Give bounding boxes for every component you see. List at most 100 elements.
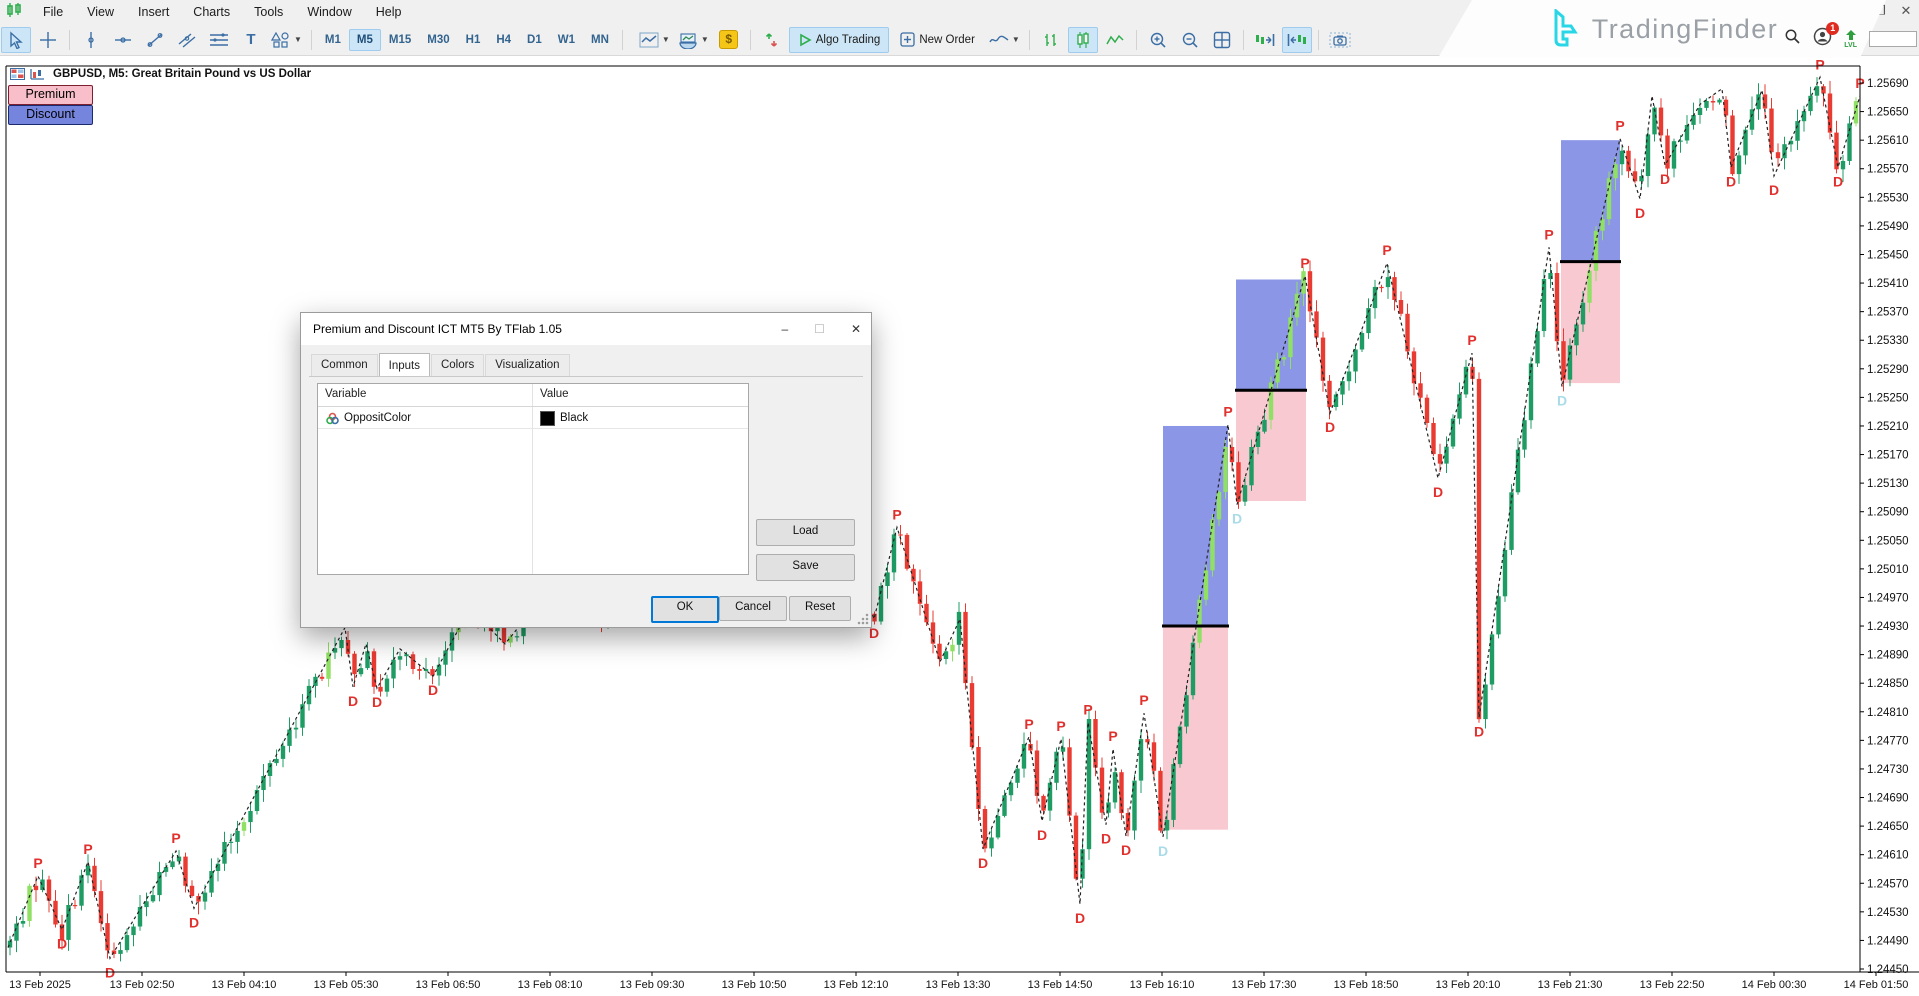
tab-visualization[interactable]: Visualization xyxy=(485,354,569,376)
pivot-label-d: D xyxy=(57,936,67,952)
currency-button[interactable]: $ xyxy=(714,27,744,53)
tab-colors[interactable]: Colors xyxy=(431,354,484,376)
dialog-close-button[interactable]: ✕ xyxy=(851,322,861,336)
load-button[interactable]: Load xyxy=(756,519,855,546)
line-chart-mode-button[interactable] xyxy=(1100,27,1130,53)
vertical-line-tool-button[interactable] xyxy=(76,27,106,53)
cancel-button[interactable]: Cancel xyxy=(719,596,787,621)
menu-item-insert[interactable]: Insert xyxy=(126,2,181,22)
inputs-table[interactable]: Variable Value OppositColor Black xyxy=(317,383,749,575)
price-axis-label: 1.25050 xyxy=(1867,535,1909,547)
bar-chart-mode-button[interactable] xyxy=(1036,27,1066,53)
shapes-tool-button[interactable]: ▼ xyxy=(268,27,305,53)
quotes-grid-icon[interactable] xyxy=(10,68,25,80)
menu-item-charts[interactable]: Charts xyxy=(181,2,242,22)
discount-zone-button[interactable]: Discount xyxy=(8,105,93,125)
price-axis-label: 1.24970 xyxy=(1867,593,1909,605)
menu-item-window[interactable]: Window xyxy=(295,2,363,22)
price-axis-label: 1.25650 xyxy=(1867,107,1909,119)
variable-value[interactable]: Black xyxy=(560,412,588,424)
time-axis-label: 13 Feb 20:10 xyxy=(1436,979,1501,991)
timeframe-d1-button[interactable]: D1 xyxy=(519,29,550,51)
price-axis-label: 1.25530 xyxy=(1867,192,1909,204)
profile-icon[interactable]: 1 xyxy=(1813,27,1832,51)
pivot-label-d: D xyxy=(1726,173,1736,189)
timeframe-m30-button[interactable]: M30 xyxy=(419,29,457,51)
chart-type-line-button[interactable]: ▼ xyxy=(636,27,673,53)
time-axis-label: 13 Feb 13:30 xyxy=(926,979,991,991)
price-axis-label: 1.25410 xyxy=(1867,278,1909,290)
price-axis-label: 1.25330 xyxy=(1867,335,1909,347)
buy-sell-arrows-icon[interactable] xyxy=(757,27,787,53)
text-tool-button[interactable]: T xyxy=(236,27,266,53)
cursor-tool-button[interactable] xyxy=(1,27,31,53)
reset-button[interactable]: Reset xyxy=(789,596,851,621)
horizontal-line-tool-button[interactable] xyxy=(108,27,138,53)
premium-zone-button[interactable]: Premium xyxy=(8,85,93,105)
menu-item-view[interactable]: View xyxy=(75,2,126,22)
tab-common[interactable]: Common xyxy=(311,354,378,376)
depth-of-market-button[interactable]: ▼ xyxy=(986,27,1023,53)
price-axis-label: 1.24490 xyxy=(1867,935,1909,947)
price-axis-label: 1.24450 xyxy=(1867,964,1909,976)
channel-tool-button[interactable] xyxy=(172,27,202,53)
variable-name[interactable]: OppositColor xyxy=(344,412,411,424)
zoom-out-button[interactable] xyxy=(1175,27,1205,53)
chart-shortcut-icon[interactable] xyxy=(30,68,45,80)
algo-trading-label: Algo Trading xyxy=(816,34,881,46)
pivot-label-p: P xyxy=(1467,332,1476,348)
indicators-button[interactable]: ▼ xyxy=(675,27,712,53)
price-axis-label: 1.25450 xyxy=(1867,250,1909,262)
pivot-label-p: P xyxy=(1544,226,1553,242)
dialog-resize-grip[interactable] xyxy=(857,613,869,625)
color-variable-icon xyxy=(326,412,339,425)
pivot-label-p: P xyxy=(1083,702,1092,718)
account-progress-bar xyxy=(1869,31,1917,47)
timeframe-h4-button[interactable]: H4 xyxy=(488,29,519,51)
symbol-title: GBPUSD, M5: Great Britain Pound vs US Do… xyxy=(53,68,311,80)
menu-item-file[interactable]: File xyxy=(31,2,75,22)
column-header-value: Value xyxy=(540,388,569,400)
tab-inputs[interactable]: Inputs xyxy=(379,353,430,377)
dialog-titlebar[interactable]: Premium and Discount ICT MT5 By TFlab 1.… xyxy=(301,313,871,345)
time-axis-label: 13 Feb 09:30 xyxy=(620,979,685,991)
algo-trading-button[interactable]: Algo Trading xyxy=(789,27,890,53)
pivot-label-p: P xyxy=(1108,728,1117,744)
zoom-in-button[interactable] xyxy=(1143,27,1173,53)
window-close-button[interactable]: ✕ xyxy=(1897,2,1915,20)
time-axis-label: 14 Feb 01:50 xyxy=(1844,979,1909,991)
save-button[interactable]: Save xyxy=(756,554,855,581)
crosshair-tool-button[interactable] xyxy=(33,27,63,53)
price-axis-label: 1.24930 xyxy=(1867,621,1909,633)
timeframe-m5-button[interactable]: M5 xyxy=(349,29,381,51)
toolbar-right-cluster: 1 LVL xyxy=(1784,27,1917,51)
menu-item-help[interactable]: Help xyxy=(364,2,414,22)
timeframe-mn-button[interactable]: MN xyxy=(583,29,617,51)
trendline-tool-button[interactable] xyxy=(140,27,170,53)
shift-chart-right-button[interactable] xyxy=(1250,27,1280,53)
color-swatch[interactable] xyxy=(540,411,555,426)
toolbar-separator xyxy=(1318,30,1319,50)
level-indicator[interactable]: LVL xyxy=(1844,30,1857,49)
timeframe-h1-button[interactable]: H1 xyxy=(458,29,489,51)
menu-item-tools[interactable]: Tools xyxy=(242,2,295,22)
indicator-properties-dialog[interactable]: Premium and Discount ICT MT5 By TFlab 1.… xyxy=(300,312,872,628)
dialog-maximize-button[interactable]: ☐ xyxy=(814,322,825,336)
price-chart[interactable]: PDPDPDPDDDDPDPDPDPDPDPDPDPDPDPDPDPDDDDPD… xyxy=(0,55,1919,996)
candlestick-mode-button[interactable] xyxy=(1068,27,1098,53)
fibonacci-tool-button[interactable] xyxy=(204,27,234,53)
search-icon[interactable] xyxy=(1784,28,1801,50)
screenshot-button[interactable] xyxy=(1325,27,1355,53)
timeframe-m1-button[interactable]: M1 xyxy=(317,29,349,51)
shift-chart-left-button[interactable] xyxy=(1282,27,1312,53)
ok-button[interactable]: OK xyxy=(651,596,719,623)
brand-name: TradingFinder xyxy=(1592,14,1779,45)
tile-windows-button[interactable] xyxy=(1207,27,1237,53)
timeframe-m15-button[interactable]: M15 xyxy=(381,29,419,51)
price-axis-label: 1.25090 xyxy=(1867,507,1909,519)
price-axis-label: 1.24810 xyxy=(1867,707,1909,719)
timeframe-w1-button[interactable]: W1 xyxy=(550,29,583,51)
tradingfinder-logo-icon xyxy=(1546,9,1580,49)
dialog-minimize-button[interactable]: – xyxy=(781,322,788,336)
new-order-button[interactable]: New Order xyxy=(891,27,984,53)
